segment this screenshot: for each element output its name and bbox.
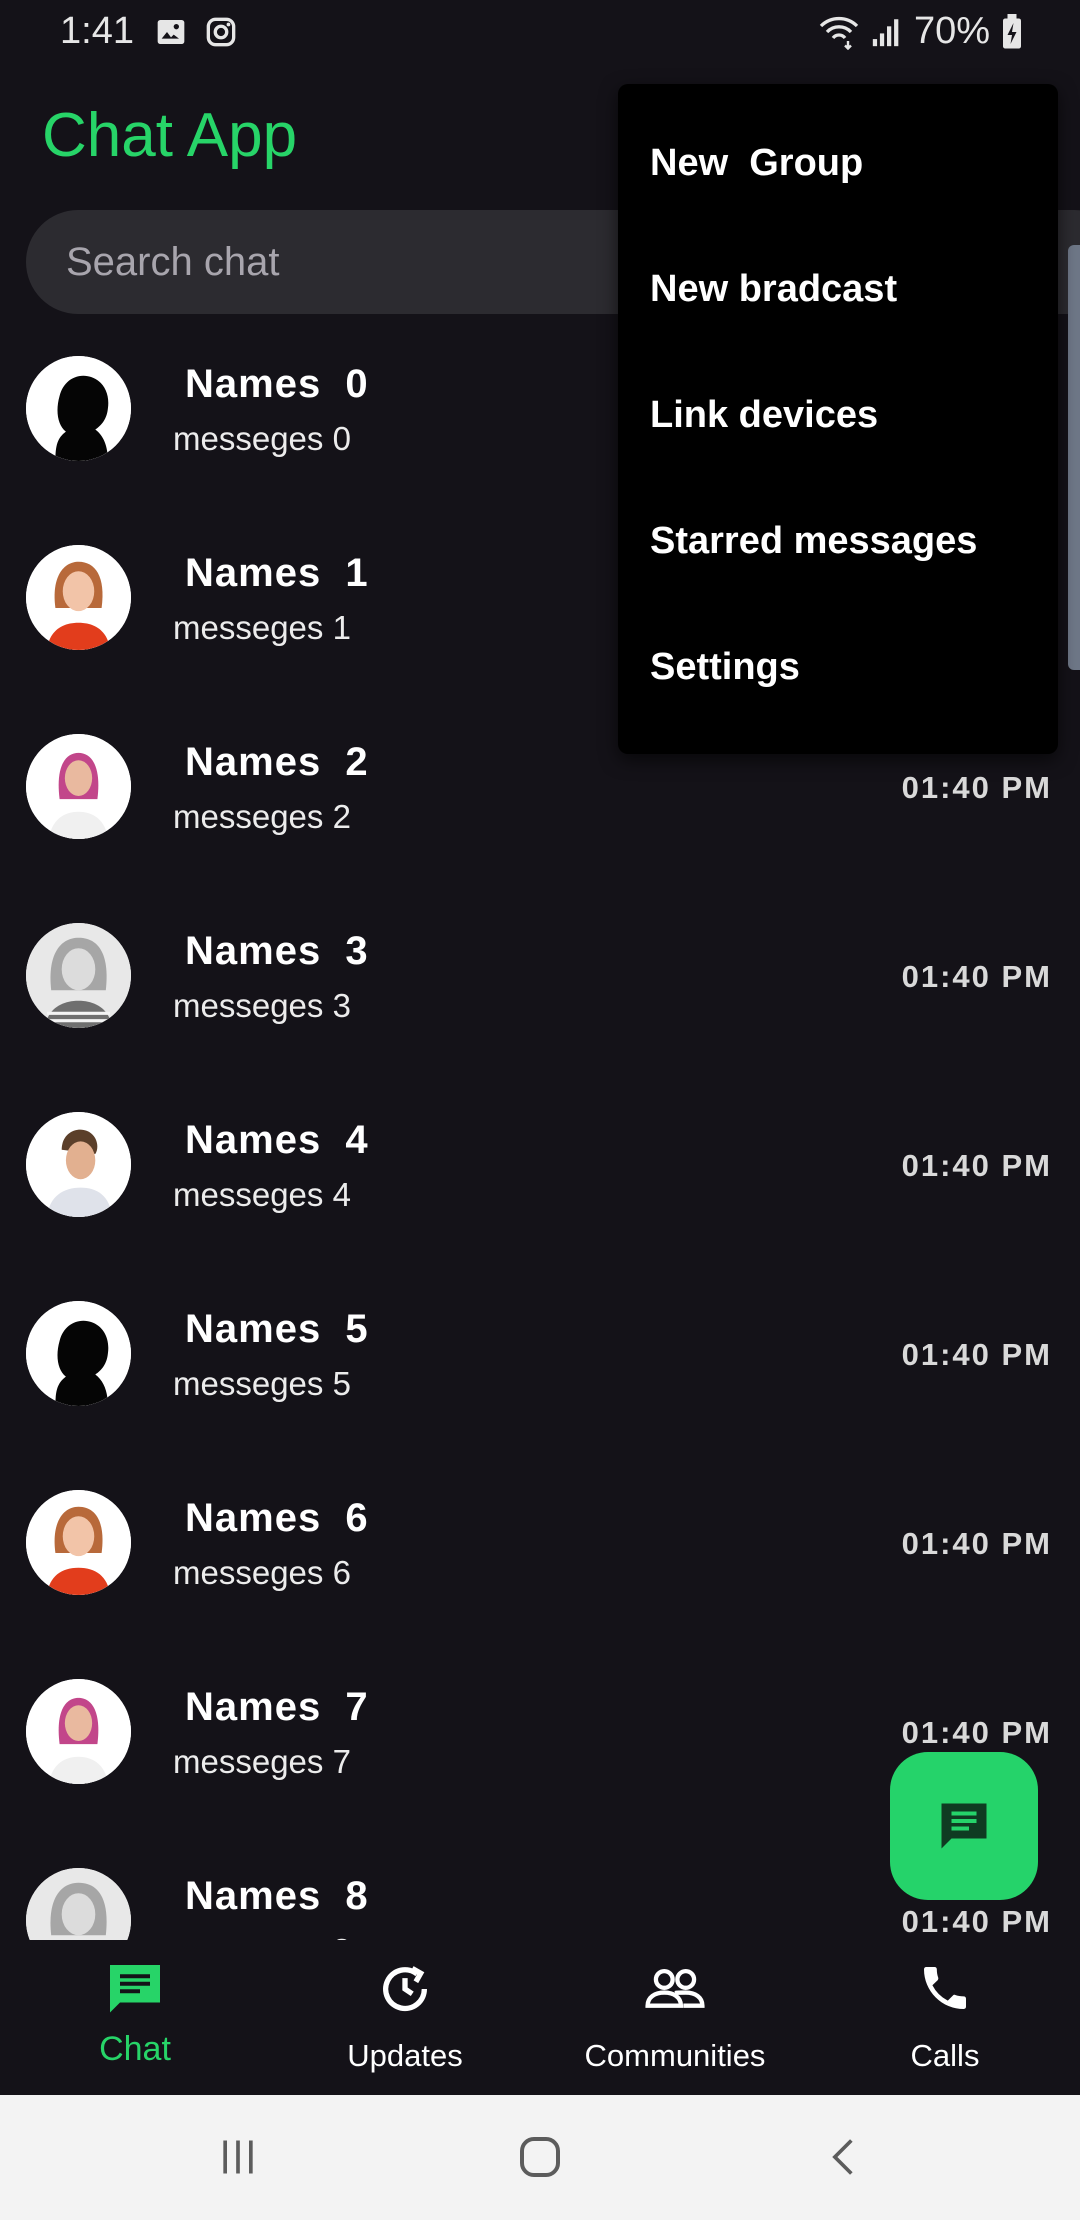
- bottom-navigation: Chat Updates Communities Calls: [0, 1940, 1080, 2095]
- chat-time: 01:40 PM: [901, 1904, 1052, 1939]
- nav-tab-calls[interactable]: Calls: [810, 1940, 1080, 2095]
- chat-message-preview: messeges 2: [173, 798, 351, 835]
- chat-message-preview: messeges 0: [173, 420, 351, 457]
- menu-item-link-devices[interactable]: Link devices: [650, 394, 878, 437]
- menu-item-new-broadcast[interactable]: New bradcast: [650, 268, 897, 311]
- status-time: 1:41: [60, 10, 134, 52]
- new-chat-icon: [941, 1803, 987, 1849]
- search-input[interactable]: [66, 210, 626, 314]
- home-icon: [520, 2137, 560, 2177]
- back-icon: [832, 2139, 853, 2175]
- chat-time: 01:40 PM: [901, 1715, 1052, 1750]
- silhouette-avatar: [26, 356, 131, 461]
- nav-tab-updates[interactable]: Updates: [270, 1940, 540, 2095]
- nav-label: Chat: [99, 2030, 171, 2068]
- woman-pink-hair-avatar: [26, 734, 131, 839]
- nav-label: Updates: [347, 2038, 463, 2073]
- status-system-icons: 70%: [818, 10, 1024, 53]
- chat-name: Names 1: [185, 551, 369, 595]
- nav-label: Communities: [584, 2038, 766, 2073]
- nav-tab-communities[interactable]: Communities: [540, 1940, 810, 2095]
- chat-name: Names 7: [185, 1685, 369, 1729]
- chat-name: Names 8: [185, 1874, 369, 1918]
- recent-apps-button[interactable]: [198, 2125, 278, 2189]
- chat-time: 01:40 PM: [901, 770, 1052, 805]
- back-button[interactable]: [804, 2125, 884, 2189]
- status-notification-icons: [155, 16, 237, 48]
- chat-message-preview: messeges 4: [173, 1176, 351, 1213]
- woman-grayscale-avatar: [26, 923, 131, 1028]
- woman-redhead-avatar: [26, 1490, 131, 1595]
- menu-item-starred-messages[interactable]: Starred messages: [650, 520, 977, 563]
- nav-tab-chat[interactable]: Chat: [0, 1940, 270, 2095]
- chat-time: 01:40 PM: [901, 959, 1052, 994]
- home-button[interactable]: [500, 2125, 580, 2189]
- chat-message-preview: messeges 5: [173, 1365, 351, 1402]
- chat-icon: [110, 1965, 160, 2013]
- new-chat-button[interactable]: [890, 1752, 1038, 1900]
- signal-icon: [872, 18, 899, 46]
- silhouette-avatar: [26, 1301, 131, 1406]
- scrollbar-thumb[interactable]: [1068, 245, 1080, 670]
- updates-icon: [383, 1966, 427, 2012]
- gallery-icon: [157, 20, 185, 44]
- chat-row[interactable]: Names 5 messeges 5 01:40 PM: [0, 1285, 1080, 1474]
- phone-icon: [924, 1967, 966, 2009]
- chat-row[interactable]: Names 4 messeges 4 01:40 PM: [0, 1096, 1080, 1285]
- chat-message-preview: messeges 8: [173, 1932, 351, 1940]
- communities-icon: [645, 1968, 705, 2008]
- chat-row[interactable]: Names 3 messeges 3 01:40 PM: [0, 907, 1080, 1096]
- woman-grayscale-avatar: [26, 1868, 131, 1940]
- chat-message-preview: messeges 3: [173, 987, 351, 1024]
- status-bar: 1:41 70%: [0, 0, 1080, 64]
- chat-name: Names 4: [185, 1118, 369, 1162]
- overflow-menu: New Group New bradcast Link devices Star…: [618, 84, 1058, 754]
- woman-pink-hair-avatar: [26, 1679, 131, 1784]
- chat-name: Names 0: [185, 362, 369, 406]
- nav-label: Calls: [910, 2038, 980, 2073]
- chat-time: 01:40 PM: [901, 1526, 1052, 1561]
- chat-name: Names 2: [185, 740, 369, 784]
- chat-message-preview: messeges 7: [173, 1743, 351, 1780]
- menu-item-settings[interactable]: Settings: [650, 646, 800, 689]
- chat-time: 01:40 PM: [901, 1337, 1052, 1372]
- battery-charging-icon: [1003, 13, 1021, 48]
- chat-row[interactable]: Names 6 messeges 6 01:40 PM: [0, 1474, 1080, 1663]
- battery-percent: 70%: [913, 10, 990, 52]
- chat-name: Names 3: [185, 929, 369, 973]
- chat-name: Names 6: [185, 1496, 369, 1540]
- recent-apps-icon: [223, 2140, 253, 2174]
- woman-redhead-avatar: [26, 545, 131, 650]
- instagram-icon: [206, 17, 236, 47]
- chat-time: 01:40 PM: [901, 1148, 1052, 1183]
- system-navigation-bar: [0, 2095, 1080, 2220]
- man-avatar: [26, 1112, 131, 1217]
- app-title: Chat App: [42, 101, 298, 170]
- wifi-icon: [819, 16, 859, 50]
- chat-message-preview: messeges 6: [173, 1554, 351, 1591]
- menu-item-new-group[interactable]: New Group: [650, 142, 863, 185]
- chat-name: Names 5: [185, 1307, 369, 1351]
- chat-message-preview: messeges 1: [173, 609, 351, 646]
